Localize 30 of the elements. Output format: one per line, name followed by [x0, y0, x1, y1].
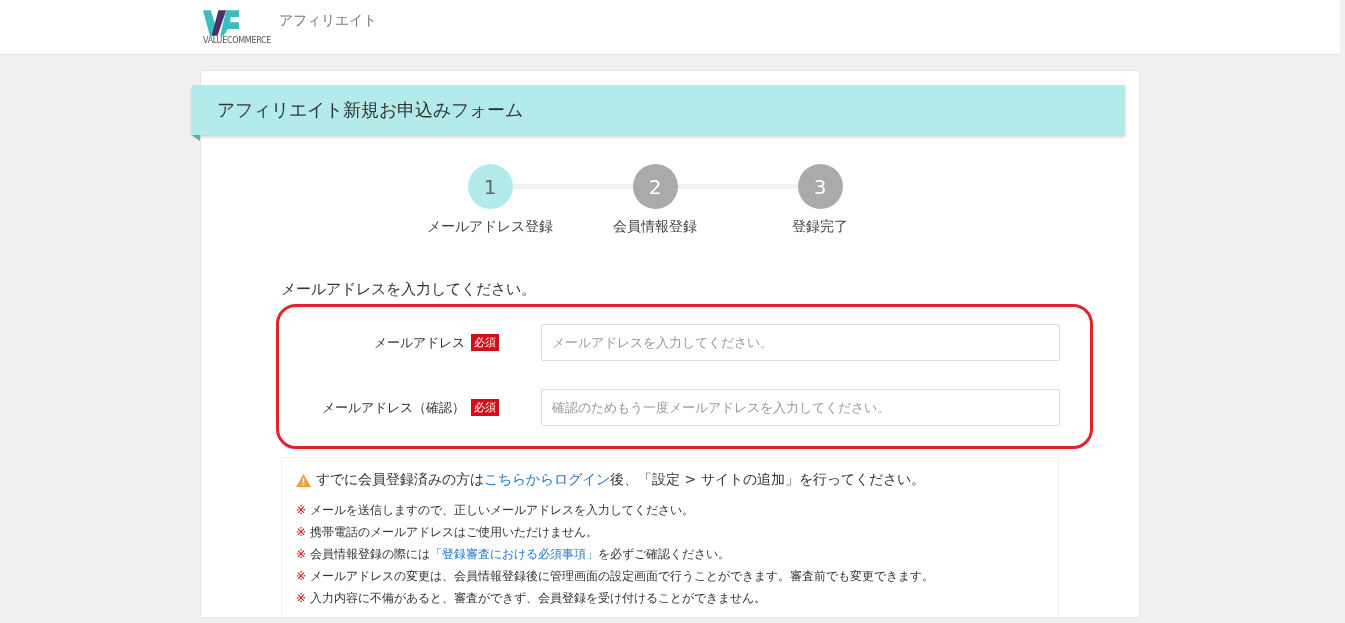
- note-text: 会員情報登録の際には「登録審査における必須事項」を必ずご確認ください。: [310, 545, 731, 563]
- logo-caption: VALUECOMMERCE: [203, 35, 272, 45]
- warning-icon: [296, 473, 311, 487]
- note-mark: ※: [296, 503, 307, 517]
- note-mark: ※: [296, 591, 307, 605]
- note-text: メールアドレスの変更は、会員情報登録後に管理画面の設定画面で行うことができます。審査前でも変更できます。: [310, 567, 935, 585]
- note-text: 入力内容に不備があると、審査ができず、会員登録を受け付けることができません。: [310, 589, 767, 607]
- field-label: メールアドレス: [374, 333, 465, 352]
- note-mark: ※: [296, 525, 307, 539]
- note-text: メールを送信しますので、正しいメールアドレスを入力してください。: [310, 501, 695, 519]
- note-text: 携帯電話のメールアドレスはご使用いただけません。: [310, 523, 599, 541]
- step-label: 登録完了: [792, 218, 848, 236]
- required-tag: 必須: [471, 334, 499, 351]
- step-number: 3: [797, 164, 843, 209]
- field-label: メールアドレス（確認）: [322, 398, 465, 417]
- step-label: メールアドレス登録: [427, 218, 553, 236]
- warning-text: すでに会員登録済みの方は こちらからログイン後、「設定 > サイトの追加」を行ってください。: [316, 471, 925, 489]
- text-link[interactable]: 「登録審査における必須事項」: [430, 546, 599, 561]
- intro-text: メールアドレスを入力してください。: [281, 280, 537, 299]
- note-mark: ※: [296, 547, 307, 561]
- step-label: 会員情報登録: [613, 218, 697, 236]
- required-tag: 必須: [471, 399, 499, 416]
- text-link[interactable]: こちらからログイン: [484, 471, 610, 487]
- logo-icon: [203, 9, 239, 36]
- step-number: 1: [467, 164, 513, 209]
- site-name: アフィリエイト: [279, 12, 378, 30]
- email-field[interactable]: メールアドレスを入力してください。: [541, 324, 1060, 361]
- step-number: 2: [632, 164, 678, 209]
- note-mark: ※: [296, 569, 307, 583]
- banner-fold: [192, 135, 200, 141]
